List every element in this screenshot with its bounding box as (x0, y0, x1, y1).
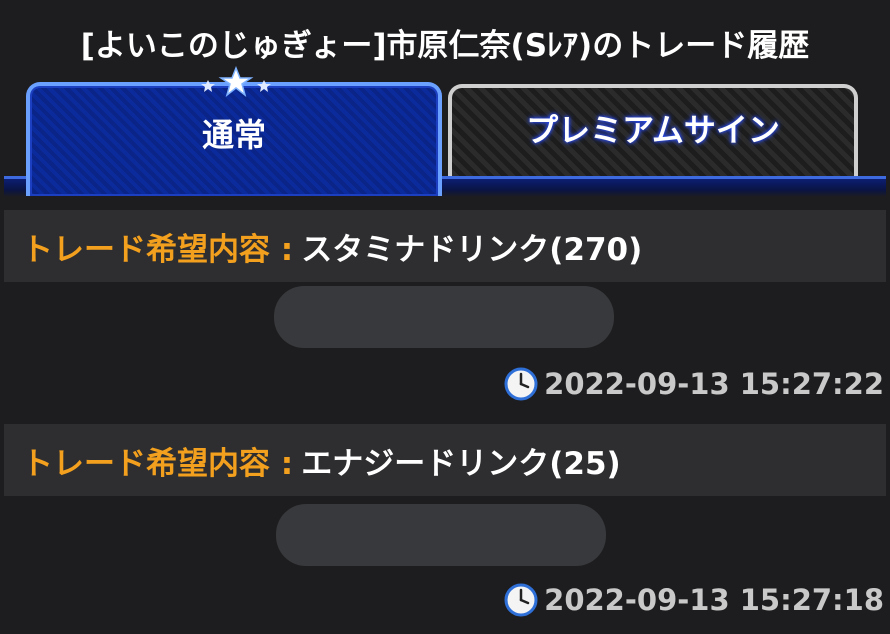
trade-timestamp-text: 2022-09-13 15:27:18 (544, 583, 884, 617)
trade-timestamp: 2022-09-13 15:27:22 (504, 364, 884, 404)
trade-request-label: トレード希望内容 : (22, 231, 294, 268)
tab-premium-sign-label: プレミアムサイン (526, 111, 780, 149)
trade-timestamp: 2022-09-13 15:27:18 (504, 580, 884, 620)
tab-normal[interactable]: 通常 (26, 82, 442, 196)
clock-icon (504, 367, 538, 401)
trade-request-value: スタミナドリンク(270) (301, 231, 643, 268)
trade-entry-header: トレード希望内容 : スタミナドリンク(270) (4, 210, 886, 282)
trade-timestamp-text: 2022-09-13 15:27:22 (544, 367, 884, 401)
clock-icon (504, 583, 538, 617)
stars-icon (201, 66, 271, 97)
trade-request-value: エナジードリンク(25) (301, 445, 621, 482)
redacted-area (276, 504, 606, 566)
tab-normal-label: 通常 (201, 116, 266, 154)
tab-bar: 通常 プレミアムサイン (0, 66, 890, 197)
trade-entry-header: トレード希望内容 : エナジードリンク(25) (4, 424, 886, 496)
trade-request-label: トレード希望内容 : (22, 445, 294, 482)
redacted-area (274, 286, 614, 348)
page-title: [よいこのじゅぎょー]市原仁奈(Sﾚｱ)のトレード履歴 (80, 28, 810, 64)
tab-premium-sign[interactable]: プレミアムサイン (448, 84, 858, 176)
